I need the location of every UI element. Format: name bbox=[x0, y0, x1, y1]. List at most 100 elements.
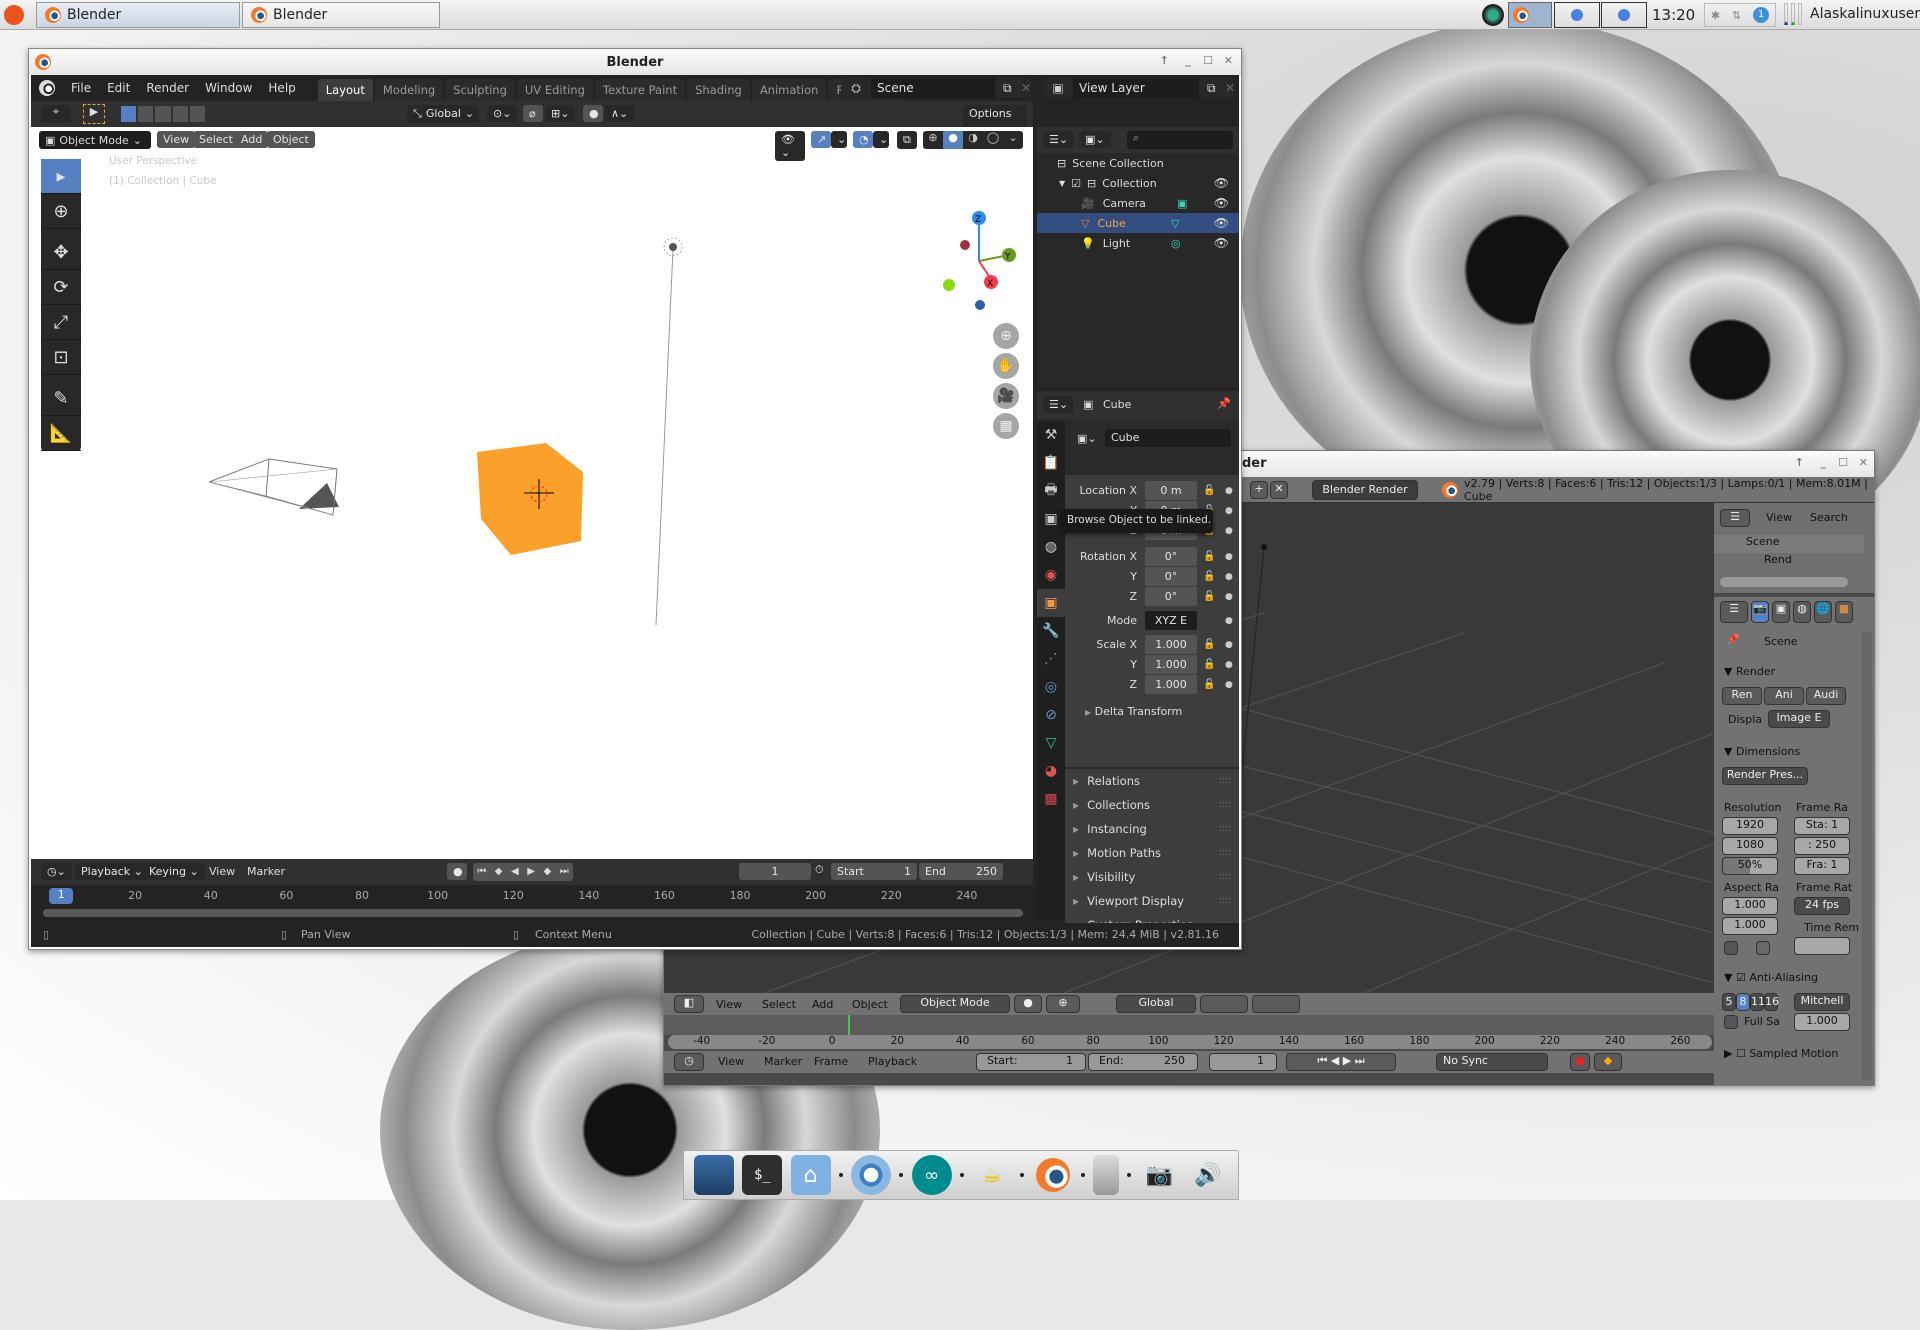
keyframe-dot[interactable]: ● bbox=[1225, 526, 1233, 536]
snap-toggle[interactable]: ⌀ bbox=[523, 105, 543, 122]
panel-visibility[interactable]: ▶ Visibility:::: bbox=[1065, 865, 1239, 889]
taskbar-item-blender-2[interactable]: Blender bbox=[242, 2, 440, 28]
aspect-y-field[interactable]: 1.000 bbox=[1722, 917, 1778, 935]
keyframe-dot[interactable]: ● bbox=[1225, 640, 1233, 650]
snap-target-select[interactable]: ⊞⌄ bbox=[545, 105, 575, 122]
notification-badge[interactable]: 1 bbox=[1753, 7, 1770, 23]
workspace-tab-animation[interactable]: Animation bbox=[751, 79, 827, 101]
timeline-279[interactable] bbox=[664, 1015, 1714, 1035]
scale-z-field[interactable]: 1.000 bbox=[1145, 675, 1197, 694]
camera-icon[interactable]: 📷 bbox=[1140, 1155, 1180, 1195]
keyframe-dot[interactable]: ● bbox=[1225, 506, 1233, 516]
tool-tab-icon[interactable]: ⚒ bbox=[1037, 421, 1065, 449]
drag-handle-icon[interactable]: :::: bbox=[1219, 872, 1231, 882]
location-x-field[interactable]: 0 m bbox=[1145, 481, 1197, 500]
time-remap-fields[interactable] bbox=[1794, 937, 1850, 955]
falloff-select[interactable]: ∧⌄ bbox=[605, 105, 635, 122]
visibility-eye-icon[interactable]: 👁 bbox=[1214, 196, 1229, 210]
menu-marker[interactable]: Marker bbox=[247, 865, 285, 878]
properties-scrollbar[interactable] bbox=[1862, 631, 1872, 1081]
transform-pivot-icon[interactable]: ⌖ bbox=[41, 105, 71, 123]
outliner-scene-collection[interactable]: ⊟ Scene Collection bbox=[1037, 153, 1239, 173]
minimize-button[interactable]: _ bbox=[1821, 456, 1827, 469]
workspace-switcher-3[interactable] bbox=[1601, 2, 1647, 28]
menu-window[interactable]: Window bbox=[197, 81, 260, 95]
play-reverse-icon[interactable]: ◀ bbox=[511, 863, 519, 881]
full-sample-checkbox[interactable] bbox=[1724, 1015, 1738, 1029]
current-frame-field[interactable]: 1 bbox=[739, 863, 811, 880]
delta-transform-subpanel[interactable]: ▶ Delta Transform bbox=[1085, 705, 1182, 718]
menu-file[interactable]: File bbox=[63, 81, 99, 95]
mesh-data-icon[interactable]: ▽ bbox=[1171, 217, 1179, 230]
border-checkbox[interactable] bbox=[1724, 941, 1738, 955]
material-tab-icon[interactable]: ◕ bbox=[1037, 757, 1065, 785]
start-frame-field[interactable]: Start: 1 bbox=[976, 1053, 1086, 1071]
username[interactable]: Alaskalinuxuser bbox=[1810, 6, 1920, 22]
stopwatch-icon[interactable]: ⏱ bbox=[815, 863, 831, 877]
light-object[interactable] bbox=[655, 237, 683, 626]
menu-view[interactable]: View bbox=[1766, 511, 1792, 524]
select-new-icon[interactable] bbox=[121, 106, 137, 122]
cube-object[interactable] bbox=[477, 443, 583, 555]
rotation-z-field[interactable]: 0° bbox=[1145, 587, 1197, 606]
menu-object[interactable]: Object bbox=[852, 998, 888, 1011]
scene-tab-icon[interactable]: ◍ bbox=[1793, 601, 1811, 623]
render-tab-icon[interactable]: 📋 bbox=[1037, 449, 1065, 477]
sampled-motion-section-header[interactable]: ▶ ☐ Sampled Motion bbox=[1724, 1047, 1838, 1060]
aa-sample-11[interactable]: 11 bbox=[1750, 993, 1765, 1011]
resolution-percentage-slider[interactable]: 50% bbox=[1722, 857, 1778, 875]
close-button[interactable]: ✕ bbox=[1859, 456, 1868, 469]
chromium-icon[interactable] bbox=[851, 1155, 892, 1195]
select-subtract-icon[interactable] bbox=[155, 106, 171, 122]
dimensions-section-header[interactable]: ▼ Dimensions bbox=[1724, 745, 1800, 758]
output-tab-icon[interactable]: 🖶 bbox=[1037, 477, 1065, 505]
zoom-view-icon[interactable]: ⊕ bbox=[993, 323, 1019, 349]
frame-end-field[interactable]: : 250 bbox=[1794, 837, 1850, 855]
scene-selector[interactable]: ⛭ Scene ⧉ ✕ bbox=[841, 78, 1031, 98]
keyframe-dot[interactable]: ● bbox=[1225, 552, 1233, 562]
visibility-eye-icon[interactable]: 👁 bbox=[1214, 216, 1229, 230]
pivot-select[interactable]: ⊕ bbox=[1046, 995, 1080, 1013]
home-folder-icon[interactable]: ⌂ bbox=[790, 1155, 831, 1195]
particles-tab-icon[interactable]: ⋰ bbox=[1037, 645, 1065, 673]
sync-select[interactable]: No Sync bbox=[1436, 1053, 1548, 1071]
panel-motion-paths[interactable]: ▶ Motion Paths:::: bbox=[1065, 841, 1239, 865]
checkbox-icon[interactable]: ☑ bbox=[1071, 177, 1081, 190]
remove-scene-icon[interactable]: ✕ bbox=[1013, 81, 1031, 95]
crop-checkbox[interactable] bbox=[1756, 941, 1770, 955]
display-select[interactable]: Image E bbox=[1768, 710, 1830, 728]
workspace-tab-modeling[interactable]: Modeling bbox=[374, 79, 444, 101]
end-frame-field[interactable]: End 250 bbox=[919, 863, 1003, 880]
teapot-icon[interactable]: ☕ bbox=[972, 1155, 1012, 1195]
outliner-type-button[interactable]: ☰ bbox=[1720, 509, 1750, 527]
editor-type-button[interactable]: ☰ bbox=[1720, 601, 1748, 623]
ubuntu-menu-icon[interactable] bbox=[4, 5, 24, 25]
layers-1[interactable] bbox=[1200, 995, 1248, 1013]
menu-view[interactable]: View bbox=[716, 998, 742, 1011]
prev-keyframe-icon[interactable]: ◆ bbox=[495, 863, 503, 881]
outliner-scrollbar[interactable] bbox=[1720, 577, 1848, 587]
physics-tab-icon[interactable]: ◎ bbox=[1037, 673, 1065, 701]
orientation-select[interactable]: ⤡ Global ⌄ bbox=[407, 105, 479, 123]
volume-icon[interactable]: 🔊 bbox=[1188, 1155, 1228, 1195]
workspace-tab-sculpting[interactable]: Sculpting bbox=[445, 79, 515, 101]
view-layer-selector[interactable]: ▣ View Layer ⧉ ✕ bbox=[1043, 78, 1235, 98]
record-button[interactable]: ● bbox=[1570, 1053, 1590, 1071]
clock[interactable]: 13:20 bbox=[1652, 6, 1695, 24]
select-extend-icon[interactable] bbox=[138, 106, 154, 122]
workspace-tab-layout[interactable]: Layout bbox=[317, 79, 373, 101]
aspect-x-field[interactable]: 1.000 bbox=[1722, 897, 1778, 915]
bluetooth-icon[interactable]: ✱ bbox=[1711, 9, 1720, 22]
timeline-scrollbar[interactable] bbox=[43, 909, 1023, 917]
workspace-switcher-1[interactable] bbox=[1508, 2, 1552, 28]
outliner-item-cube[interactable]: ▽ Cube ▽ 👁 bbox=[1037, 213, 1239, 233]
play-icon[interactable]: ▶ bbox=[527, 863, 535, 881]
browse-object-icon[interactable]: ▣⌄ bbox=[1077, 432, 1105, 445]
outliner-collection[interactable]: ▼ ☑ ⊟ Collection 👁 bbox=[1037, 173, 1239, 193]
object-tab-icon[interactable]: ■ bbox=[1835, 601, 1853, 623]
keyframe-dot[interactable]: ● bbox=[1225, 592, 1233, 602]
shade-button[interactable]: ↑ bbox=[1795, 456, 1804, 469]
playback-menu[interactable]: Playback ⌄ bbox=[75, 863, 149, 880]
render-image-button[interactable]: Ren bbox=[1722, 687, 1762, 705]
drag-handle-icon[interactable]: :::: bbox=[1219, 800, 1231, 810]
